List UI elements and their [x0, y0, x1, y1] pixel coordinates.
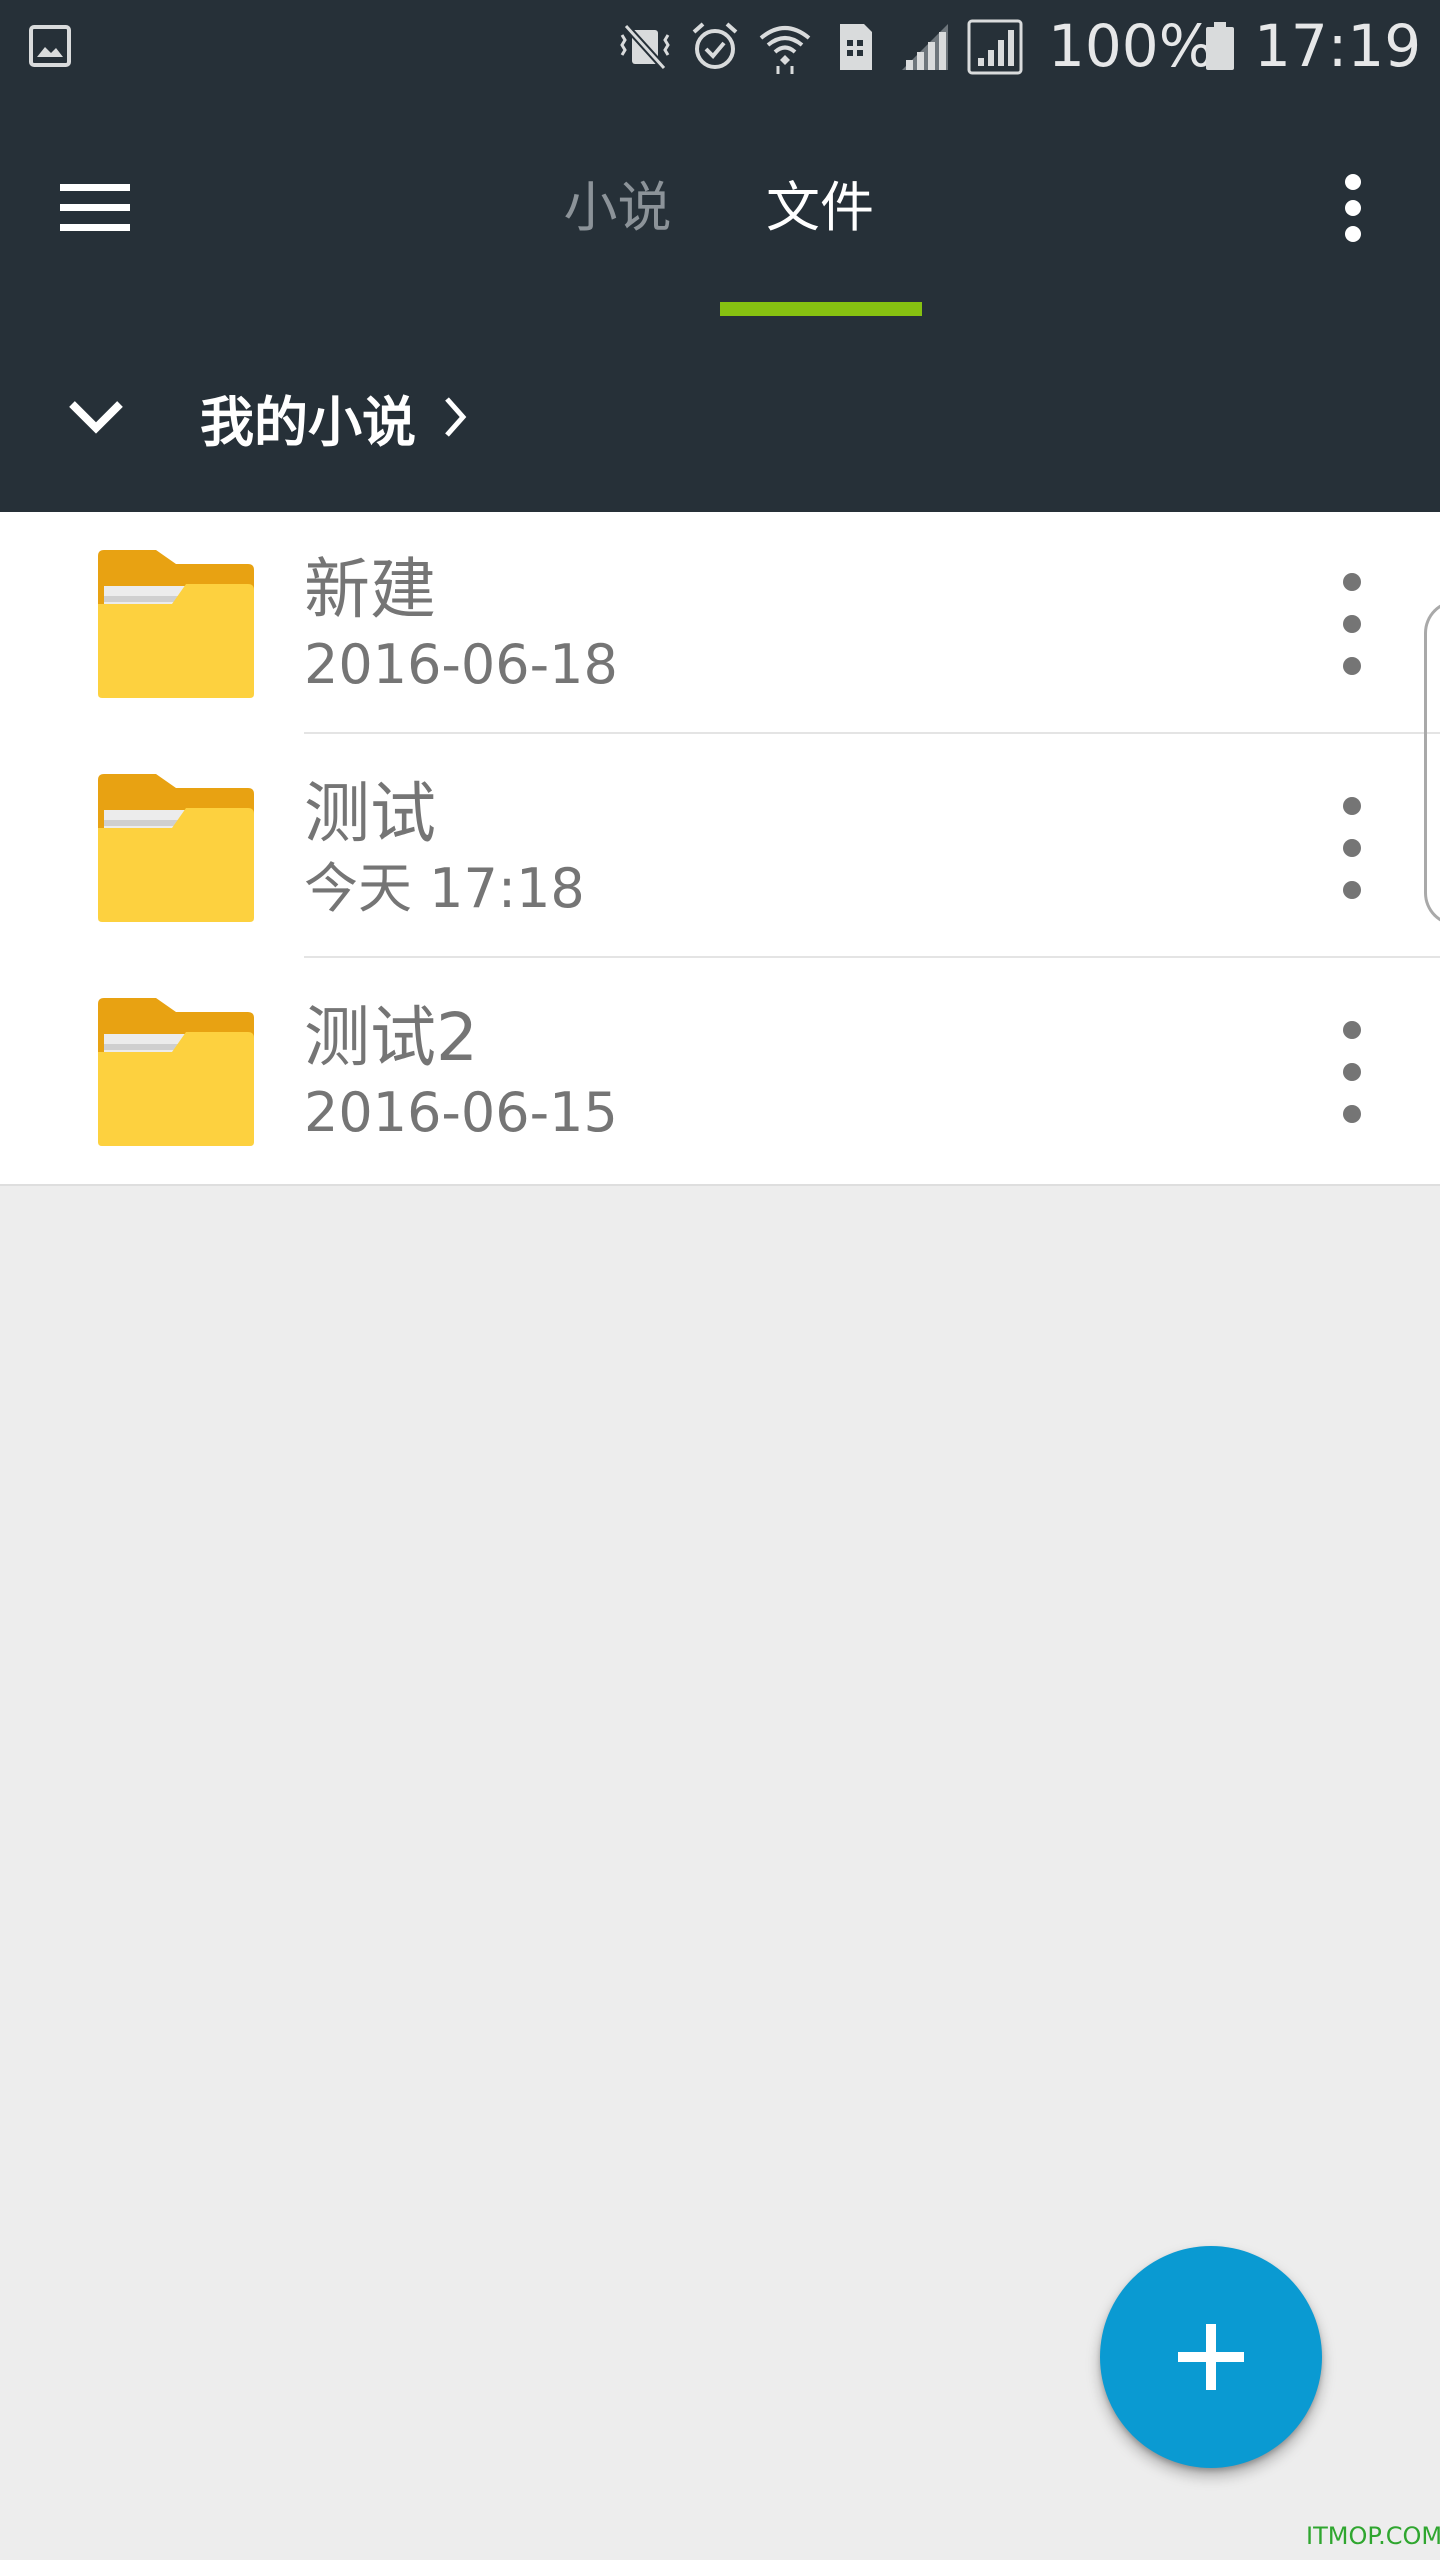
- watermark: ITMOP.COM: [1306, 2522, 1440, 2550]
- status-clock: 17:19: [1254, 12, 1422, 80]
- item-more-icon[interactable]: [1330, 568, 1374, 680]
- edge-panel-handle[interactable]: [1424, 600, 1440, 926]
- battery-icon: [1206, 22, 1234, 70]
- file-date: 今天 17:18: [304, 857, 585, 920]
- wifi-icon: [759, 26, 811, 74]
- folder-icon: [98, 998, 254, 1146]
- folder-icon: [98, 550, 254, 698]
- file-list-item[interactable]: 测试 今天 17:18: [0, 736, 1440, 958]
- vibrate-mute-icon: [620, 23, 670, 71]
- sim-card-icon: [840, 24, 872, 70]
- breadcrumb[interactable]: 我的小说: [200, 378, 468, 456]
- file-list-item[interactable]: 测试2 2016-06-15: [0, 960, 1440, 1182]
- alarm-icon: [692, 22, 738, 69]
- add-button[interactable]: [1100, 2246, 1322, 2468]
- signal-bars-icon: [967, 19, 1023, 75]
- file-list: 新建 2016-06-18 测试 今天 17:18 测试2 2016-06-15: [0, 512, 1440, 1186]
- status-icons: [616, 16, 1024, 78]
- file-date: 2016-06-15: [304, 1081, 618, 1144]
- file-name: 新建: [304, 551, 436, 628]
- item-more-icon[interactable]: [1330, 1016, 1374, 1128]
- divider: [304, 732, 1440, 734]
- item-more-icon[interactable]: [1330, 792, 1374, 904]
- chevron-down-icon[interactable]: [60, 384, 132, 450]
- signal-icon: [902, 24, 948, 70]
- file-date: 2016-06-18: [304, 633, 618, 696]
- plus-icon: [1178, 2324, 1244, 2390]
- gallery-notification-icon: [29, 25, 71, 67]
- tab-indicator: [720, 302, 922, 316]
- file-name: 测试2: [304, 999, 478, 1076]
- folder-icon: [98, 774, 254, 922]
- divider: [304, 956, 1440, 958]
- status-bar: 100% 17:19: [0, 0, 1440, 94]
- menu-icon[interactable]: [52, 172, 138, 244]
- battery-percentage: 100%: [1048, 12, 1214, 80]
- tab-novels[interactable]: 小说: [540, 172, 695, 244]
- app-header: 100% 17:19 小说 文件 我的小说: [0, 0, 1440, 512]
- more-options-icon[interactable]: [1320, 170, 1386, 246]
- chevron-right-icon: [445, 397, 467, 437]
- tab-files[interactable]: 文件: [720, 172, 920, 244]
- file-name: 测试: [304, 775, 436, 852]
- breadcrumb-label: 我的小说: [200, 390, 416, 454]
- file-list-item[interactable]: 新建 2016-06-18: [0, 512, 1440, 734]
